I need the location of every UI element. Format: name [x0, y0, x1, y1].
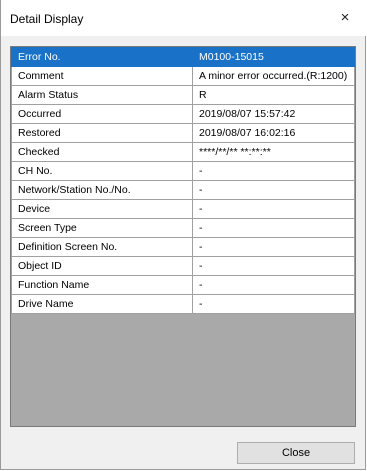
row-label: Error No.	[11, 47, 193, 67]
row-label: Occurred	[11, 104, 193, 124]
table-row[interactable]: Comment A minor error occurred.(R:1200)	[11, 66, 355, 86]
table-row[interactable]: Function Name -	[11, 275, 355, 295]
detail-table: Error No. M0100-15015 Comment A minor er…	[11, 47, 355, 314]
row-value: -	[192, 161, 355, 181]
table-row[interactable]: Occurred 2019/08/07 15:57:42	[11, 104, 355, 124]
row-value: -	[192, 275, 355, 295]
row-label: CH No.	[11, 161, 193, 181]
row-value: -	[192, 218, 355, 238]
row-value: -	[192, 180, 355, 200]
row-value: R	[192, 85, 355, 105]
row-label: Object ID	[11, 256, 193, 276]
close-icon[interactable]: ×	[332, 5, 358, 31]
row-value: ****/**/** **:**:**	[192, 142, 355, 162]
table-row[interactable]: Network/Station No./No. -	[11, 180, 355, 200]
row-label: Definition Screen No.	[11, 237, 193, 257]
row-value: A minor error occurred.(R:1200)	[192, 66, 355, 86]
row-label: Drive Name	[11, 294, 193, 314]
row-label: Checked	[11, 142, 193, 162]
row-label: Network/Station No./No.	[11, 180, 193, 200]
detail-display-dialog: Detail Display × Error No. M0100-15015 C…	[0, 0, 366, 470]
row-value: -	[192, 294, 355, 314]
detail-grid: Error No. M0100-15015 Comment A minor er…	[10, 46, 356, 427]
row-value: -	[192, 256, 355, 276]
row-value: M0100-15015	[192, 47, 355, 67]
table-row[interactable]: Object ID -	[11, 256, 355, 276]
row-label: Function Name	[11, 275, 193, 295]
table-row[interactable]: Definition Screen No. -	[11, 237, 355, 257]
row-label: Device	[11, 199, 193, 219]
table-row[interactable]: Screen Type -	[11, 218, 355, 238]
row-label: Comment	[11, 66, 193, 86]
row-value: 2019/08/07 16:02:16	[192, 123, 355, 143]
row-label: Screen Type	[11, 218, 193, 238]
table-row[interactable]: Checked ****/**/** **:**:**	[11, 142, 355, 162]
row-label: Restored	[11, 123, 193, 143]
table-row[interactable]: Drive Name -	[11, 294, 355, 314]
row-value: 2019/08/07 15:57:42	[192, 104, 355, 124]
dialog-title: Detail Display	[10, 12, 84, 26]
row-label: Alarm Status	[11, 85, 193, 105]
title-bar: Detail Display ×	[1, 0, 366, 36]
table-row[interactable]: Restored 2019/08/07 16:02:16	[11, 123, 355, 143]
table-row[interactable]: Alarm Status R	[11, 85, 355, 105]
close-button[interactable]: Close	[237, 442, 355, 464]
table-row[interactable]: CH No. -	[11, 161, 355, 181]
table-row[interactable]: Device -	[11, 199, 355, 219]
table-row[interactable]: Error No. M0100-15015	[11, 47, 355, 67]
row-value: -	[192, 237, 355, 257]
row-value: -	[192, 199, 355, 219]
